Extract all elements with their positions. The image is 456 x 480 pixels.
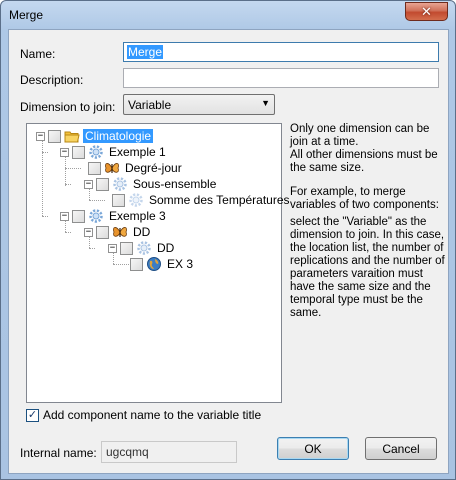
gear-icon bbox=[88, 208, 104, 224]
tree-node-checkbox[interactable] bbox=[48, 129, 61, 143]
tree-node-label: EX 3 bbox=[167, 257, 194, 271]
tree-node-degre-jour[interactable]: Degré-jour bbox=[88, 160, 184, 176]
add-component-name-checkbox[interactable]: ✓ bbox=[26, 408, 39, 422]
dialog-client-area: Name: Merge Description: Dimension to jo… bbox=[8, 29, 449, 474]
component-tree[interactable]: − Climatologie − Exemple 1 Degré-jour − … bbox=[26, 123, 290, 403]
internal-name-value: ugcqmq bbox=[106, 445, 149, 459]
gear-icon bbox=[88, 144, 104, 160]
add-component-name-label: Add component name to the variable title bbox=[43, 408, 262, 422]
collapse-icon[interactable]: − bbox=[60, 211, 69, 221]
gear-icon bbox=[112, 176, 128, 192]
tree-node-checkbox[interactable] bbox=[112, 193, 125, 207]
window-title: Merge bbox=[9, 8, 44, 22]
tree-node-label: Degré-jour bbox=[125, 161, 182, 175]
tree-node-label: DD bbox=[133, 225, 151, 239]
tree-connector bbox=[89, 200, 105, 201]
collapse-icon[interactable]: − bbox=[108, 243, 117, 253]
gear-icon bbox=[136, 240, 152, 256]
collapse-icon[interactable]: − bbox=[84, 179, 93, 189]
tree-connector bbox=[42, 136, 43, 216]
cancel-button[interactable]: Cancel bbox=[365, 437, 437, 460]
tree-connector bbox=[42, 216, 48, 217]
globe-icon bbox=[146, 256, 162, 272]
cancel-button-label: Cancel bbox=[382, 441, 420, 456]
ok-button-label: OK bbox=[304, 441, 322, 456]
folder-icon bbox=[64, 128, 80, 144]
butterfly-icon bbox=[112, 224, 128, 240]
tree-node-dd[interactable]: − DD bbox=[84, 224, 152, 240]
tree-node-label: Exemple 3 bbox=[109, 209, 166, 223]
tree-node-ex-3[interactable]: EX 3 bbox=[130, 256, 195, 272]
tree-node-checkbox[interactable] bbox=[72, 209, 85, 223]
tree-node-label: Climatologie bbox=[83, 129, 154, 143]
description-label: Description: bbox=[20, 73, 84, 87]
internal-name-label: Internal name: bbox=[20, 446, 97, 460]
name-input-value: Merge bbox=[127, 45, 164, 59]
butterfly-icon bbox=[104, 160, 120, 176]
tree-connector bbox=[65, 184, 71, 185]
tree-node-climatologie[interactable]: − Climatologie bbox=[36, 128, 154, 144]
add-component-name-option[interactable]: ✓ Add component name to the variable tit… bbox=[26, 408, 261, 422]
tree-connector bbox=[89, 248, 95, 249]
ok-button[interactable]: OK bbox=[277, 437, 349, 460]
tree-node-checkbox[interactable] bbox=[96, 225, 109, 239]
tree-node-checkbox[interactable] bbox=[96, 177, 109, 191]
dimension-select[interactable]: Variable ▼ bbox=[123, 94, 275, 115]
collapse-icon[interactable]: − bbox=[84, 227, 93, 237]
merge-dialog-window: Merge ✕ Name: Merge Description: Dimensi… bbox=[0, 0, 456, 480]
tree-node-checkbox[interactable] bbox=[72, 145, 85, 159]
tree-node-checkbox[interactable] bbox=[88, 161, 101, 175]
tree-connector bbox=[42, 152, 48, 153]
info-text-para-1: Only one dimension can be join at a time… bbox=[290, 123, 438, 174]
checkmark-icon: ✓ bbox=[27, 408, 38, 421]
tree-node-somme-des-temperatures[interactable]: Somme des Températures bbox=[112, 192, 292, 208]
tree-node-checkbox[interactable] bbox=[120, 241, 133, 255]
tree-node-label: DD bbox=[157, 241, 175, 255]
tree-node-sous-ensemble[interactable]: − Sous-ensemble bbox=[84, 176, 218, 192]
tree-node-exemple-1[interactable]: − Exemple 1 bbox=[60, 144, 168, 160]
tree-connector bbox=[65, 232, 71, 233]
name-label: Name: bbox=[20, 47, 56, 61]
close-button[interactable]: ✕ bbox=[405, 2, 448, 21]
tree-node-dd-sub[interactable]: − DD bbox=[108, 240, 176, 256]
dimension-select-value: Variable bbox=[128, 98, 172, 112]
tree-node-checkbox[interactable] bbox=[130, 257, 143, 271]
name-input[interactable]: Merge bbox=[123, 42, 439, 62]
info-text-para-3: select the "Variable" as the dimension t… bbox=[290, 216, 445, 319]
close-icon: ✕ bbox=[421, 4, 432, 19]
collapse-icon[interactable]: − bbox=[60, 147, 69, 157]
info-text-para-2: For example, to merge variables of two c… bbox=[290, 186, 439, 211]
description-input[interactable] bbox=[123, 68, 439, 88]
collapse-icon[interactable]: − bbox=[36, 131, 45, 141]
tree-connector bbox=[65, 168, 81, 169]
tree-connector bbox=[113, 264, 129, 265]
tree-node-label: Somme des Températures bbox=[149, 193, 290, 207]
tree-node-label: Exemple 1 bbox=[109, 145, 166, 159]
tree-node-exemple-3[interactable]: − Exemple 3 bbox=[60, 208, 168, 224]
gear-icon bbox=[128, 192, 144, 208]
dimension-label: Dimension to join: bbox=[20, 100, 116, 114]
tree-node-label: Sous-ensemble bbox=[133, 177, 217, 191]
internal-name-field: ugcqmq bbox=[101, 441, 237, 463]
chevron-down-icon: ▼ bbox=[261, 98, 270, 108]
